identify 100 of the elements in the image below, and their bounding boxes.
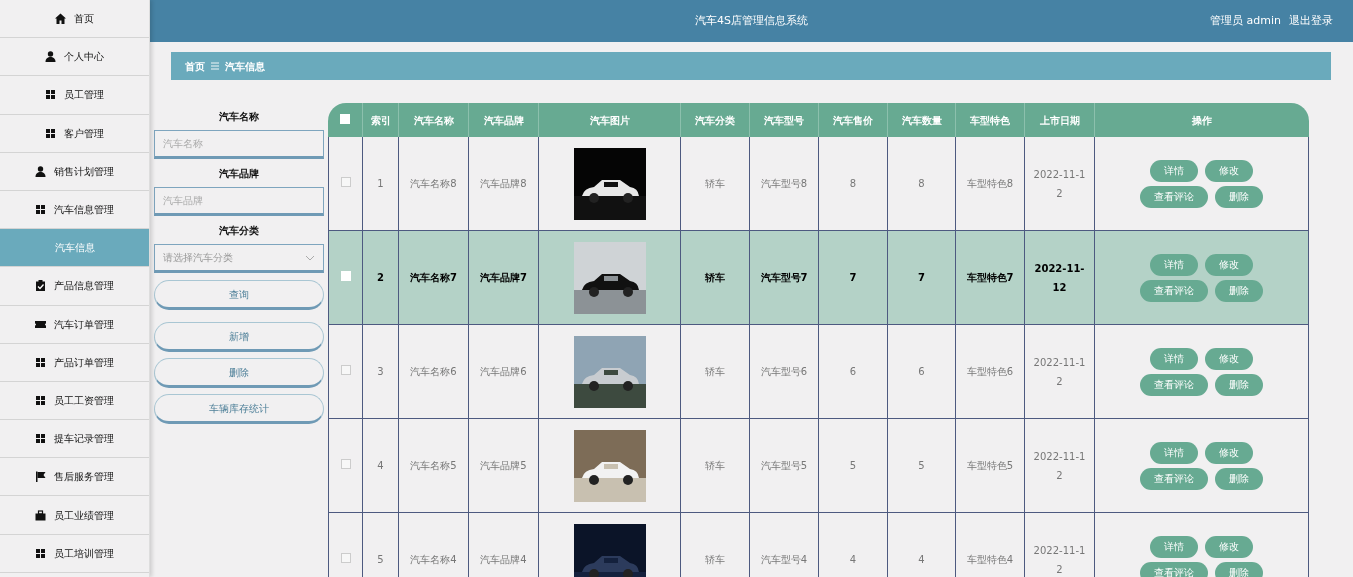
grid-icon [45,127,56,139]
table-cell: 7 [918,272,925,283]
table-cell: 5 [377,554,384,565]
row-action-button[interactable]: 删除 [1215,561,1263,577]
table-cell: 6 [918,366,925,377]
table-cell: 汽车品牌8 [480,178,527,189]
table-cell: 5 [918,460,925,471]
sidebar-item[interactable]: 员工业绩管理 [0,496,149,535]
row-checkbox[interactable] [340,553,351,563]
action-button[interactable]: 车辆库存统计 [154,394,324,424]
table-row[interactable]: 4 汽车名称5 汽车品牌5 轿车 汽车型号5 5 5 车型特色5 2022-11-12 详情 修改 查看评论 删除 [328,419,1309,513]
action-button[interactable]: 新增 [154,322,324,352]
table-cell: 7 [849,272,857,283]
table-cell: 汽车名称4 [410,554,457,565]
sidebar-item[interactable]: 提车记录管理 [0,420,149,459]
breadcrumb-link[interactable]: 首页 [185,58,205,74]
table-row[interactable]: 2 汽车名称7 汽车品牌7 轿车 汽车型号7 7 7 车型特色7 2022-11-12 详情 修改 查看评论 删除 [328,231,1309,325]
table-row[interactable]: 1 汽车名称8 汽车品牌8 轿车 汽车型号8 8 8 车型特色8 2022-11-12 详情 修改 查看评论 删除 [328,137,1309,231]
select-all-checkbox[interactable] [340,113,350,124]
row-checkbox[interactable] [340,365,351,375]
input-field[interactable]: 汽车名称 [154,130,324,159]
sidebar-item[interactable]: 汽车订单管理 [0,305,149,344]
sidebar-label: 汽车订单管理 [54,317,114,332]
row-action-button[interactable]: 修改 [1205,535,1253,558]
sidebar-item[interactable]: 产品信息管理 [0,267,149,306]
row-action-button[interactable]: 查看评论 [1140,467,1208,490]
row-action-button[interactable]: 详情 [1150,253,1198,276]
table-cell-text: 2022-11-12 [1032,543,1087,577]
table-cell: 汽车品牌7 [480,272,527,283]
row-checkbox[interactable] [340,177,351,187]
column-header: 汽车品牌 [469,103,539,137]
column-header: 汽车图片 [539,103,681,137]
sidebar-label: 个人中心 [64,50,104,65]
row-action-button[interactable]: 修改 [1205,159,1253,182]
table-cell: 1 [377,178,384,189]
table-cell: 3 [377,366,384,377]
separator-icon [211,62,219,70]
flag-icon [35,471,46,483]
table-cell: 车型特色7 [966,272,1014,283]
column-header: 汽车数量 [888,103,956,137]
action-button[interactable]: 删除 [154,358,324,388]
row-action-button[interactable]: 详情 [1150,441,1198,464]
grid-icon [35,204,46,216]
table-cell: 5 [849,460,857,471]
table-cell-text: 2022-11-12 [1033,261,1086,295]
field-label: 汽车分类 [218,224,260,238]
table-cell: 汽车型号6 [760,366,808,377]
sidebar-label: 汽车信息管理 [54,203,114,218]
grid-icon [35,394,46,406]
sidebar-item[interactable]: 员工工资管理 [0,381,149,421]
row-checkbox[interactable] [340,459,351,469]
select-field[interactable]: 请选择汽车分类 [154,244,324,273]
app-title: 汽车4S店管理信息系统 [695,13,808,27]
row-action-button[interactable]: 查看评论 [1140,185,1208,208]
row-action-button[interactable]: 修改 [1205,441,1253,464]
table-row[interactable]: 5 汽车名称4 汽车品牌4 轿车 汽车型号4 4 4 车型特色4 2022-11-12 详情 修改 查看评论 删除 [328,513,1309,577]
table-cell: 汽车型号4 [760,554,808,565]
table-cell: 汽车名称8 [410,178,457,189]
row-action-button[interactable]: 删除 [1215,185,1263,208]
table-row[interactable]: 3 汽车名称6 汽车品牌6 轿车 汽车型号6 6 6 车型特色6 2022-11-12 详情 修改 查看评论 删除 [328,325,1309,419]
row-action-button[interactable]: 删除 [1215,373,1263,396]
table-cell: 4 [377,460,384,471]
table-cell: 轿车 [705,178,725,189]
sidebar-item[interactable]: 产品订单管理 [0,343,149,382]
table-cell: 8 [849,178,857,189]
row-action-button[interactable]: 修改 [1205,253,1253,276]
row-action-button[interactable]: 查看评论 [1140,373,1208,396]
table-cell: 轿车 [705,460,725,471]
column-header: 索引 [363,103,399,137]
sidebar-item[interactable]: 员工培训管理 [0,534,149,573]
sidebar-item[interactable]: 员工管理 [0,76,149,115]
sidebar-item[interactable]: 汽车信息 [0,229,149,268]
sidebar-label: 员工管理 [64,88,104,103]
breadcrumb-link[interactable]: 汽车信息 [225,58,265,74]
row-action-button[interactable]: 查看评论 [1140,279,1208,302]
row-action-button[interactable]: 详情 [1150,347,1198,370]
sidebar-item[interactable]: 售后服务管理 [0,458,149,497]
sidebar-item[interactable]: 客户管理 [0,114,149,153]
row-action-button[interactable]: 删除 [1215,467,1263,490]
sidebar-label: 汽车信息 [54,241,95,256]
row-action-button[interactable]: 查看评论 [1140,561,1208,577]
table-cell: 轿车 [705,366,725,377]
table-cell: 汽车名称5 [410,460,457,471]
sidebar-label: 员工工资管理 [54,393,114,408]
sidebar-label: 销售计划管理 [54,164,114,179]
row-action-button[interactable]: 删除 [1215,279,1263,302]
search-button[interactable]: 查询 [154,280,324,310]
row-action-button[interactable]: 详情 [1150,159,1198,182]
briefcase-icon [35,509,46,521]
sidebar-label: 客户管理 [64,126,104,141]
field-label: 汽车名称 [218,110,260,124]
row-action-button[interactable]: 修改 [1205,347,1253,370]
row-action-button[interactable]: 详情 [1150,535,1198,558]
sidebar-item[interactable]: 个人中心 [0,38,149,77]
grid-icon [35,547,46,559]
table-cell: 汽车型号5 [760,460,808,471]
logout-link[interactable]: 退出登录 [1289,12,1333,30]
table-cell: 8 [918,178,925,189]
sidebar-item[interactable]: 销售计划管理 [0,152,149,191]
sidebar-item[interactable]: 首页 [0,0,149,39]
